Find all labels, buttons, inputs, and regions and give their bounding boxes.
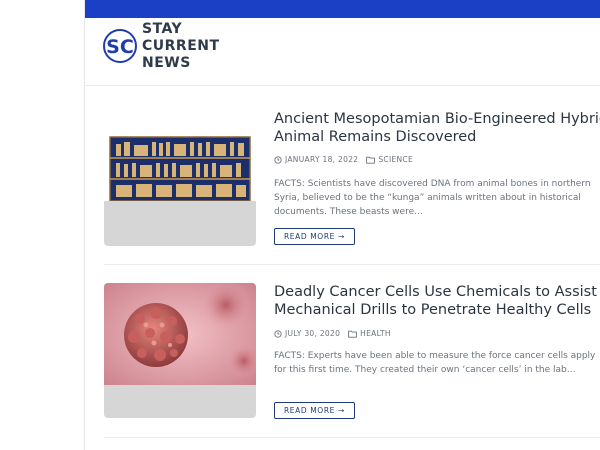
post-meta: JANUARY 18, 2022 SCIENCE <box>274 155 413 164</box>
top-bar <box>85 0 600 18</box>
folder-icon <box>366 156 376 164</box>
post-excerpt: FACTS: Experts have been able to measure… <box>274 351 596 375</box>
post-category-text: HEALTH <box>360 329 391 338</box>
post-title[interactable]: Ancient Mesopotamian Bio-Engineered Hybr… <box>274 110 600 146</box>
post-category[interactable]: SCIENCE <box>366 155 413 164</box>
post-category-text: SCIENCE <box>378 155 413 164</box>
post-thumbnail[interactable] <box>104 283 256 418</box>
logo-line-1: STAY <box>142 20 183 37</box>
post-thumbnail[interactable] <box>104 111 256 246</box>
post-date[interactable]: JANUARY 18, 2022 <box>274 155 358 164</box>
logo-mark-icon: SC <box>102 28 138 64</box>
post-title[interactable]: Deadly Cancer Cells Use Chemicals to Ass… <box>274 283 600 319</box>
post-category[interactable]: HEALTH <box>348 329 391 338</box>
logo-initials: SC <box>106 36 134 58</box>
left-gutter <box>0 0 84 450</box>
standard-of-ur-mosaic-image <box>104 111 256 201</box>
logo-line-2: CURRENT <box>142 37 220 54</box>
post-title-line: Deadly Cancer Cells Use Chemicals to Ass… <box>274 284 597 300</box>
read-more-button[interactable]: READ MORE → <box>274 228 355 245</box>
clock-icon <box>274 155 282 164</box>
logo-line-3: NEWS <box>142 54 191 71</box>
post-date-text: JANUARY 18, 2022 <box>285 155 359 164</box>
read-more-button[interactable]: READ MORE → <box>274 402 355 419</box>
post-title-line: Ancient Mesopotamian Bio-Engineered Hybr… <box>274 111 600 127</box>
folder-icon <box>348 330 358 338</box>
post-title-line: Animal Remains Discovered <box>274 129 477 145</box>
clock-icon <box>274 329 282 338</box>
post-card: Ancient Mesopotamian Bio-Engineered Hybr… <box>85 86 600 266</box>
site-logo[interactable]: SC STAY CURRENT NEWS <box>102 20 220 72</box>
post-title-line: Mechanical Drills to Penetrate Healthy C… <box>274 302 592 318</box>
post-separator <box>104 437 600 438</box>
post-excerpt: FACTS: Scientists have discovered DNA fr… <box>274 179 591 217</box>
logo-wordmark: STAY CURRENT NEWS <box>142 21 220 72</box>
cancer-cell-image <box>104 283 256 385</box>
post-meta: JULY 30, 2020 HEALTH <box>274 329 391 338</box>
post-date[interactable]: JULY 30, 2020 <box>274 329 340 338</box>
post-date-text: JULY 30, 2020 <box>285 329 341 338</box>
post-card: Deadly Cancer Cells Use Chemicals to Ass… <box>85 265 600 445</box>
